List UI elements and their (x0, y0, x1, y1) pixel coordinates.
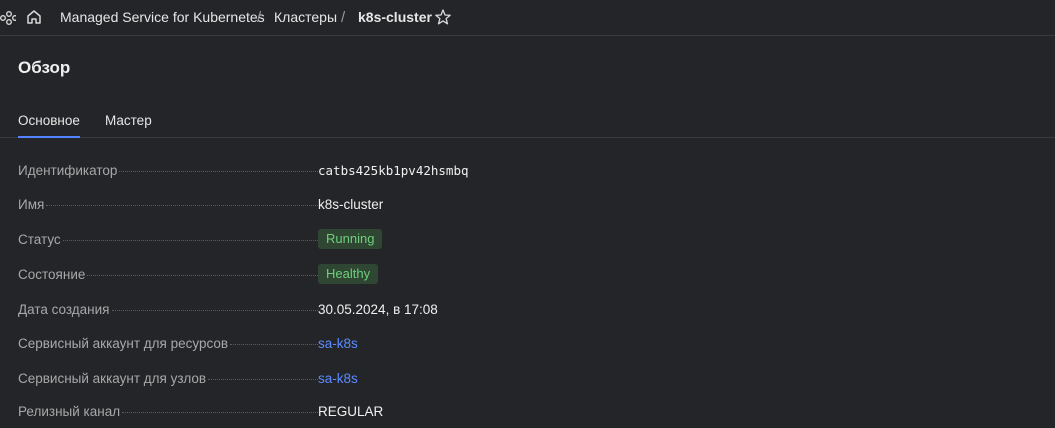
release-channel-value: REGULAR (318, 403, 384, 419)
dotted-leader (119, 170, 318, 172)
detail-key: Состояние (18, 266, 86, 282)
dotted-leader (62, 239, 318, 241)
node-service-account-link[interactable]: sa-k8s (318, 371, 358, 386)
detail-row-status: Статус Running (18, 228, 1038, 250)
breadcrumb-clusters[interactable]: Кластеры (274, 0, 337, 35)
star-icon[interactable] (434, 8, 452, 26)
breadcrumb-service[interactable]: Managed Service for Kubernetes (60, 0, 265, 35)
top-bar: Managed Service for Kubernetes / Кластер… (0, 0, 1055, 36)
dotted-leader (208, 378, 318, 380)
detail-row-id: Идентификатор catbs425kb1pv42hsmbq (18, 159, 1038, 181)
resource-service-account-link[interactable]: sa-k8s (318, 336, 358, 351)
detail-key: Сервисный аккаунт для узлов (18, 370, 207, 386)
health-badge: Healthy (318, 264, 379, 284)
detail-row-release-channel: Релизный канал REGULAR (18, 400, 1038, 422)
detail-row-created: Дата создания 30.05.2024, в 17:08 (18, 298, 1038, 320)
dotted-leader (122, 411, 318, 413)
dotted-leader (111, 309, 318, 311)
detail-key: Имя (18, 196, 45, 212)
dotted-leader (230, 343, 318, 345)
detail-row-name: Имя k8s-cluster (18, 193, 1038, 215)
detail-key: Сервисный аккаунт для ресурсов (18, 335, 229, 351)
detail-key: Дата создания (18, 301, 110, 317)
detail-row-node-sa: Сервисный аккаунт для узлов sa-k8s (18, 367, 1038, 389)
status-badge: Running (318, 229, 383, 249)
detail-key: Статус (18, 231, 61, 247)
detail-key: Идентификатор (18, 162, 118, 178)
breadcrumb-current: k8s-cluster (358, 9, 432, 25)
dotted-leader (87, 274, 318, 276)
page-title: Обзор (18, 58, 71, 77)
detail-row-resource-sa: Сервисный аккаунт для ресурсов sa-k8s (18, 332, 1038, 354)
breadcrumb-separator: / (341, 9, 346, 26)
home-icon[interactable] (25, 8, 43, 26)
detail-row-health: Состояние Healthy (18, 263, 1038, 285)
tab-master[interactable]: Мастер (105, 104, 152, 137)
dotted-leader (46, 204, 318, 206)
tab-general[interactable]: Основное (18, 104, 80, 138)
cluster-name-value: k8s-cluster (318, 196, 384, 212)
detail-key: Релизный канал (18, 403, 121, 419)
services-icon[interactable] (0, 9, 16, 27)
cluster-id-value: catbs425kb1pv42hsmbq (318, 162, 469, 178)
tab-bar: Основное Мастер (0, 104, 1055, 138)
breadcrumb-separator: / (257, 9, 262, 26)
created-date-value: 30.05.2024, в 17:08 (318, 301, 438, 317)
